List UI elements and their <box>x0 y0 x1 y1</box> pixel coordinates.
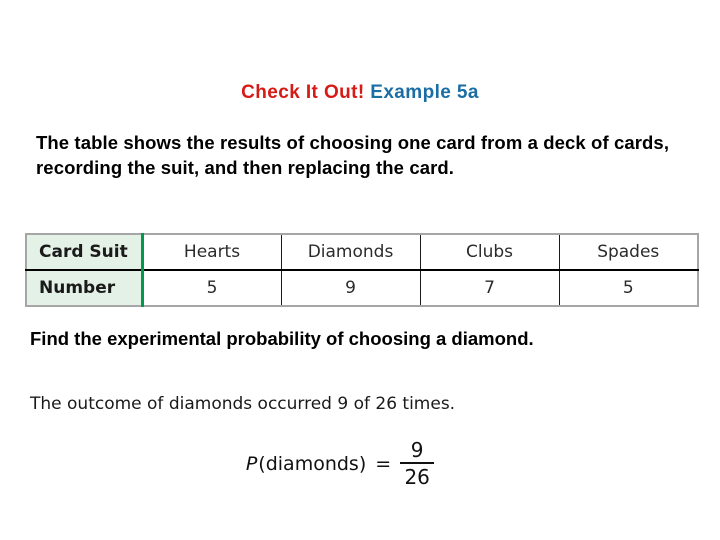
table-rowlabel-number: Number <box>26 270 144 306</box>
formula-argument: (diamonds) <box>258 452 367 475</box>
page-title-red-part: Check It Out! <box>241 82 365 103</box>
page-title-blue-part: Example 5a <box>364 82 479 103</box>
table-header-diamonds: Diamonds <box>280 234 420 271</box>
intro-paragraph: The table shows the results of choosing … <box>36 132 670 178</box>
table-row-number: Number 5 9 7 5 <box>26 270 698 306</box>
table-cell-diamonds-count: 9 <box>280 270 420 306</box>
formula-equals-sign: = <box>375 452 392 475</box>
table-cell-clubs-count: 7 <box>419 270 559 306</box>
outcome-sentence: The outcome of diamonds occurred 9 of 26… <box>30 394 456 414</box>
formula-fraction: 9 26 <box>400 438 435 489</box>
formula-denominator: 26 <box>404 465 430 489</box>
formula-expression: P (diamonds) = 9 26 <box>245 438 435 489</box>
page-title: Check It Out! Example 5a <box>0 82 720 104</box>
results-table: Card Suit Hearts Diamonds Clubs Spades N… <box>25 233 699 307</box>
formula-numerator: 9 <box>410 438 424 462</box>
table-header-hearts: Hearts <box>142 234 281 271</box>
table-header-spades: Spades <box>558 234 698 271</box>
table-cell-hearts-count: 5 <box>206 278 218 298</box>
table-row-header: Card Suit Hearts Diamonds Clubs Spades <box>26 234 698 271</box>
slide-canvas: Check It Out! Example 5a The table shows… <box>0 0 720 540</box>
question-prompt: Find the experimental probability of cho… <box>30 328 534 349</box>
table-cell-spades-count: 5 <box>558 270 698 306</box>
probability-formula: P (diamonds) = 9 26 <box>0 440 720 487</box>
results-table-container: Card Suit Hearts Diamonds Clubs Spades N… <box>25 233 699 307</box>
table-header-card-suit: Card Suit <box>26 234 144 271</box>
table-header-clubs: Clubs <box>419 234 559 271</box>
formula-function-name: P <box>245 452 258 475</box>
